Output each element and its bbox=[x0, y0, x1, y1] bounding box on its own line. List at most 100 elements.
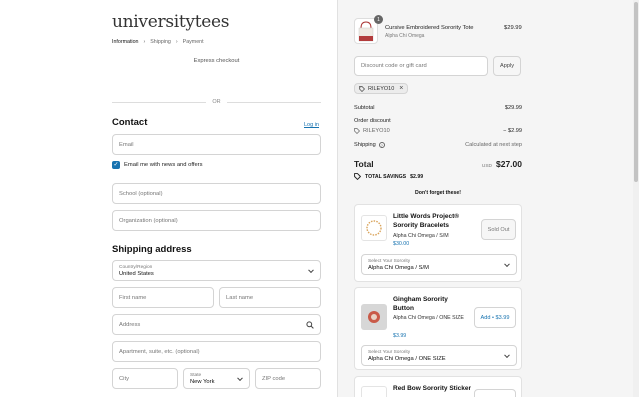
country-label: Country/Region bbox=[119, 264, 153, 270]
help-icon[interactable]: ? bbox=[378, 142, 385, 148]
sorority-select-label: Select Your Sorority bbox=[368, 349, 411, 355]
first-name-placeholder: First name bbox=[119, 294, 147, 301]
upsell-card: Red Bow Sorority Sticker bbox=[354, 376, 522, 397]
organization-field[interactable]: Organization (optional) bbox=[112, 210, 321, 231]
shipping-label: Shipping bbox=[354, 142, 376, 148]
total-savings-value: $2.99 bbox=[410, 173, 424, 180]
breadcrumb: Information › Shipping › Payment bbox=[112, 39, 204, 45]
school-field[interactable]: School (optional) bbox=[112, 183, 321, 204]
upsell-heading: Don't forget these! bbox=[415, 190, 461, 196]
apply-discount-button[interactable]: Apply bbox=[493, 56, 521, 76]
email-field[interactable]: Email bbox=[112, 134, 321, 155]
apartment-placeholder: Apartment, suite, etc. (optional) bbox=[119, 348, 200, 355]
store-logo[interactable]: universitytees bbox=[112, 12, 230, 32]
sold-out-button[interactable]: Sold Out bbox=[481, 219, 516, 240]
state-label: State bbox=[190, 372, 202, 378]
discount-code-row: RILEYO10 − $2.99 bbox=[354, 128, 522, 134]
order-discount-row: Order discount bbox=[354, 118, 522, 124]
subtotal-label: Subtotal bbox=[354, 105, 375, 111]
tag-icon bbox=[354, 128, 360, 134]
discount-code-field[interactable]: Discount code or gift card bbox=[354, 56, 488, 76]
button-pin-image bbox=[368, 311, 380, 323]
order-discount-label: Order discount bbox=[354, 118, 391, 124]
breadcrumb-separator: › bbox=[175, 39, 178, 45]
breadcrumb-shipping[interactable]: Shipping bbox=[150, 39, 171, 45]
sorority-select[interactable]: Select Your Sorority Alpha Chi Omega / S… bbox=[361, 254, 517, 275]
applied-discount-code: RILEYO10 bbox=[368, 85, 395, 92]
newsletter-option[interactable]: ✓ Email me with news and offers bbox=[112, 161, 203, 169]
applied-discount-tag: RILEYO10 × bbox=[354, 83, 409, 94]
subtotal-value: $29.99 bbox=[504, 105, 522, 111]
product-thumbnail bbox=[361, 215, 387, 241]
add-upsell-button[interactable] bbox=[474, 389, 516, 397]
upsell-item-name: Red Bow Sorority Sticker bbox=[393, 385, 472, 392]
country-value: United States bbox=[119, 270, 154, 277]
shipping-value: Calculated at next step bbox=[465, 142, 522, 148]
organization-placeholder: Organization (optional) bbox=[119, 217, 178, 224]
chevron-down-icon bbox=[237, 374, 243, 381]
checkout-form-panel: universitytees Information › Shipping › … bbox=[0, 0, 337, 397]
discount-value: − $2.99 bbox=[503, 128, 522, 134]
shipping-address-heading: Shipping address bbox=[112, 244, 192, 255]
state-select[interactable]: State New York bbox=[183, 368, 250, 389]
address-field[interactable]: Address bbox=[112, 314, 321, 335]
email-placeholder: Email bbox=[119, 141, 134, 148]
chevron-down-icon bbox=[308, 266, 314, 273]
total-value: $27.00 bbox=[496, 159, 522, 169]
total-label: Total bbox=[354, 159, 374, 169]
upsell-card: Little Words Project® Sorority Bracelets… bbox=[354, 204, 522, 282]
cart-item-name: Cursive Embroidered Sorority Tote bbox=[385, 25, 474, 31]
quantity-badge: 1 bbox=[374, 15, 383, 24]
scrollbar[interactable] bbox=[633, 0, 639, 397]
login-link[interactable]: Log in bbox=[304, 122, 319, 128]
sorority-select[interactable]: Select Your Sorority Alpha Chi Omega / O… bbox=[361, 345, 517, 366]
newsletter-checkbox[interactable]: ✓ bbox=[112, 161, 120, 169]
remove-discount-icon[interactable]: × bbox=[399, 85, 403, 92]
discount-code-name: RILEYO10 bbox=[363, 128, 390, 134]
country-select[interactable]: Country/Region United States bbox=[112, 260, 321, 281]
search-icon bbox=[306, 321, 314, 329]
school-placeholder: School (optional) bbox=[119, 190, 163, 197]
upsell-item-variant: Alpha Chi Omega / ONE SIZE bbox=[393, 315, 464, 321]
bracelet-image bbox=[366, 220, 382, 236]
upsell-item-price: $30.00 bbox=[393, 241, 410, 247]
upsell-item-name: Gingham Sorority Button bbox=[393, 296, 448, 313]
shipping-row: Shipping ? Calculated at next step bbox=[354, 142, 522, 148]
sorority-select-value: Alpha Chi Omega / S/M bbox=[368, 264, 429, 271]
zip-placeholder: ZIP code bbox=[262, 375, 286, 382]
breadcrumb-separator: › bbox=[143, 39, 146, 45]
product-thumbnail bbox=[361, 386, 387, 397]
discount-code-placeholder: Discount code or gift card bbox=[361, 63, 427, 69]
last-name-placeholder: Last name bbox=[226, 294, 254, 301]
order-summary-panel: 1 Cursive Embroidered Sorority Tote Alph… bbox=[337, 0, 633, 397]
cart-item-price: $29.99 bbox=[504, 25, 522, 31]
sorority-select-label: Select Your Sorority bbox=[368, 258, 411, 264]
city-field[interactable]: City bbox=[112, 368, 178, 389]
state-value: New York bbox=[190, 378, 215, 385]
total-row: Total USD $27.00 bbox=[354, 159, 522, 169]
cart-item-variant: Alpha Chi Omega bbox=[385, 33, 425, 39]
last-name-field[interactable]: Last name bbox=[219, 287, 321, 308]
subtotal-row: Subtotal $29.99 bbox=[354, 105, 522, 111]
product-thumbnail bbox=[361, 304, 387, 330]
first-name-field[interactable]: First name bbox=[112, 287, 214, 308]
city-placeholder: City bbox=[119, 375, 129, 382]
chevron-down-icon bbox=[504, 351, 510, 358]
express-checkout-heading: Express checkout bbox=[193, 58, 240, 64]
total-savings-label: TOTAL SAVINGS bbox=[365, 173, 407, 180]
tag-icon bbox=[354, 173, 361, 180]
or-label: OR bbox=[212, 99, 221, 105]
scrollbar-thumb[interactable] bbox=[634, 2, 638, 182]
add-upsell-button[interactable]: Add • $3.99 bbox=[474, 307, 516, 328]
tote-bag-image bbox=[358, 21, 374, 42]
apartment-field[interactable]: Apartment, suite, etc. (optional) bbox=[112, 341, 321, 362]
breadcrumb-information[interactable]: Information bbox=[112, 39, 139, 45]
total-savings: TOTAL SAVINGS $2.99 bbox=[354, 173, 423, 180]
upsell-item-variant: Alpha Chi Omega / S/M bbox=[393, 233, 449, 239]
breadcrumb-payment[interactable]: Payment bbox=[183, 39, 204, 45]
or-divider: OR bbox=[112, 97, 321, 107]
sorority-select-value: Alpha Chi Omega / ONE SIZE bbox=[368, 355, 446, 362]
zip-field[interactable]: ZIP code bbox=[255, 368, 321, 389]
chevron-down-icon bbox=[504, 260, 510, 267]
tag-icon bbox=[359, 85, 365, 92]
